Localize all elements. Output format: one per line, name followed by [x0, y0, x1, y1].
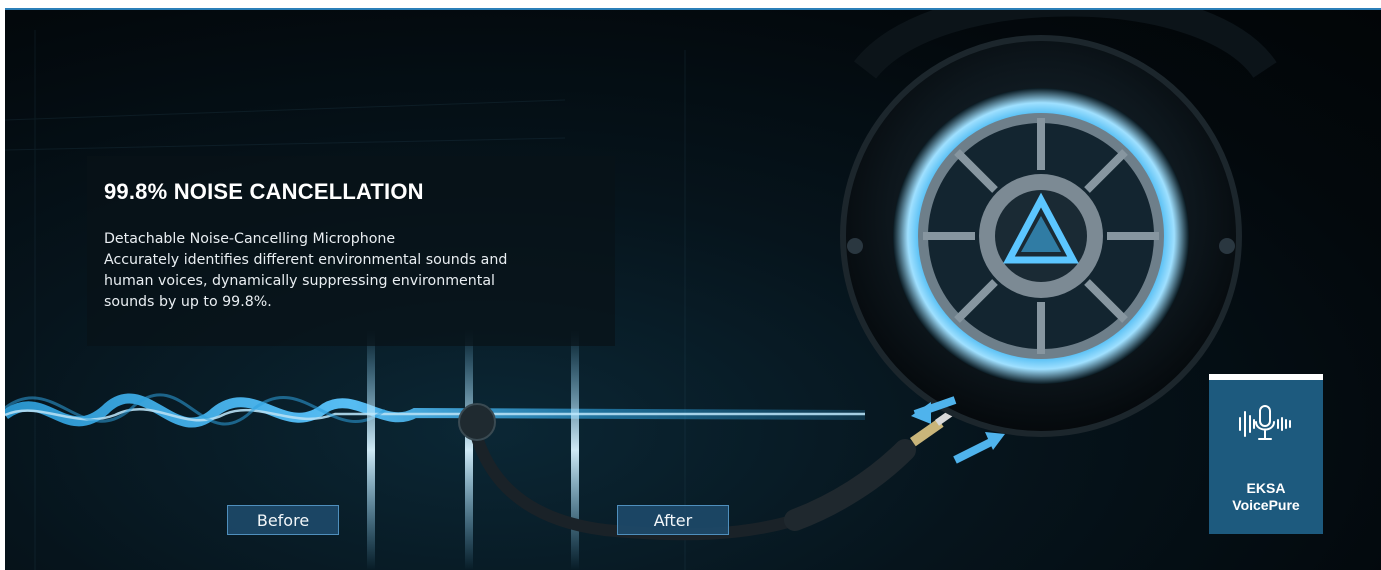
description-line: Detachable Noise-Cancelling Microphone: [104, 231, 396, 247]
light-beam: [465, 330, 473, 570]
description-line: human voices, dynamically suppressing en…: [104, 273, 495, 289]
microphone-waveform-icon: [1239, 405, 1291, 440]
badge-brand: EKSA: [1246, 480, 1286, 496]
light-beam: [571, 330, 579, 570]
light-beam: [367, 330, 375, 570]
feature-description: Detachable Noise-Cancelling Microphone A…: [104, 229, 604, 313]
feature-headline: 99.8% NOISE CANCELLATION: [104, 179, 424, 204]
description-line: sounds by up to 99.8%.: [104, 294, 272, 310]
badge-text: EKSA VoicePure: [1209, 480, 1323, 514]
after-label: After: [617, 505, 729, 535]
before-label: Before: [227, 505, 339, 535]
product-banner: 99.8% NOISE CANCELLATION Detachable Nois…: [5, 8, 1381, 570]
description-line: Accurately identifies different environm…: [104, 252, 508, 268]
voicepure-badge: EKSA VoicePure: [1209, 374, 1323, 534]
badge-name: VoicePure: [1232, 497, 1300, 513]
sound-wave: [5, 393, 866, 428]
feature-panel: 99.8% NOISE CANCELLATION Detachable Nois…: [87, 156, 615, 346]
ear-cup: [840, 35, 1242, 437]
